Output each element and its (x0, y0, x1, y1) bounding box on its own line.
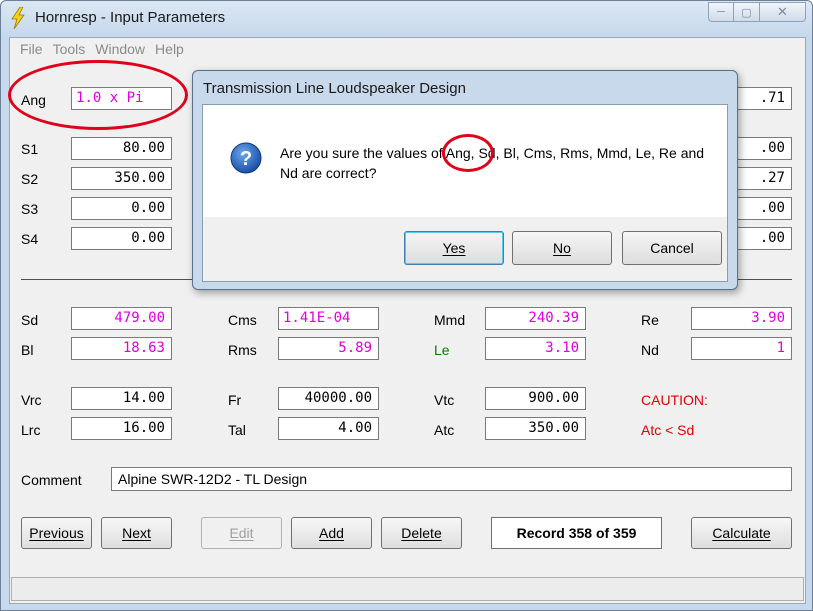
lrc-field[interactable]: 16.00 (71, 417, 172, 440)
previous-button[interactable]: Previous (21, 517, 92, 549)
cms-label: Cms (228, 312, 257, 328)
nd-field[interactable]: 1 (691, 337, 792, 360)
edit-button[interactable]: Edit (201, 517, 282, 549)
no-button[interactable]: No (512, 231, 612, 265)
menu-tools[interactable]: Tools (49, 38, 92, 60)
add-button[interactable]: Add (291, 517, 372, 549)
re-label: Re (641, 312, 659, 328)
s1-label: S1 (21, 141, 39, 157)
maximize-icon: ▢ (741, 6, 752, 19)
s1-field[interactable]: 80.00 (71, 137, 172, 160)
bl-label: Bl (21, 342, 34, 358)
menu-file[interactable]: File (16, 38, 49, 60)
right-field-1[interactable]: .71 (731, 87, 792, 110)
record-indicator: Record 358 of 359 (491, 517, 662, 549)
minimize-button[interactable]: ─ (708, 2, 734, 22)
vtc-field[interactable]: 900.00 (485, 387, 586, 410)
annotation-ellipse-dialog-ang (442, 134, 494, 172)
le-label: Le (434, 342, 450, 358)
mmd-field[interactable]: 240.39 (485, 307, 586, 330)
re-field[interactable]: 3.90 (691, 307, 792, 330)
comment-label: Comment (21, 472, 82, 488)
yes-button[interactable]: Yes (404, 231, 504, 265)
svg-text:?: ? (240, 148, 252, 170)
vrc-field[interactable]: 14.00 (71, 387, 172, 410)
fr-field[interactable]: 40000.00 (278, 387, 379, 410)
vrc-label: Vrc (21, 392, 42, 408)
right-field-4[interactable]: .00 (731, 197, 792, 220)
sd-field[interactable]: 479.00 (71, 307, 172, 330)
annotation-ellipse-ang (8, 60, 188, 130)
s2-field[interactable]: 350.00 (71, 167, 172, 190)
mmd-label: Mmd (434, 312, 466, 328)
caption-buttons: ─ ▢ ✕ (708, 2, 806, 22)
window-title: Hornresp - Input Parameters (35, 9, 226, 26)
maximize-button[interactable]: ▢ (734, 2, 760, 22)
cms-field[interactable]: 1.41E-04 (278, 307, 379, 330)
cancel-button[interactable]: Cancel (622, 231, 722, 265)
atc-label: Atc (434, 422, 455, 438)
right-field-3[interactable]: .27 (731, 167, 792, 190)
menu-window[interactable]: Window (91, 38, 151, 60)
comment-field[interactable]: Alpine SWR-12D2 - TL Design (111, 467, 792, 491)
caution-title: CAUTION: (641, 392, 708, 408)
tal-label: Tal (228, 422, 246, 438)
s3-label: S3 (21, 201, 39, 217)
s2-label: S2 (21, 171, 39, 187)
dialog-body: ? Are you sure the values of Ang, Sd, Bl… (202, 104, 728, 282)
sd-label: Sd (21, 312, 39, 328)
calculate-button[interactable]: Calculate (691, 517, 792, 549)
dialog-message: Are you sure the values of Ang, Sd, Bl, … (280, 145, 705, 181)
s3-field[interactable]: 0.00 (71, 197, 172, 220)
fr-label: Fr (228, 392, 242, 408)
rms-label: Rms (228, 342, 257, 358)
close-icon: ✕ (777, 4, 788, 19)
nd-label: Nd (641, 342, 659, 358)
vtc-label: Vtc (434, 392, 455, 408)
caution-text: Atc < Sd (641, 422, 695, 438)
question-icon: ? (230, 142, 262, 174)
s4-label: S4 (21, 231, 39, 247)
lrc-label: Lrc (21, 422, 41, 438)
s4-field[interactable]: 0.00 (71, 227, 172, 250)
yes-label: Yes (442, 240, 466, 256)
lightning-bolt-icon (11, 7, 25, 29)
bl-field[interactable]: 18.63 (71, 337, 172, 360)
dialog-title: Transmission Line Loudspeaker Design (203, 80, 466, 97)
status-bar (11, 577, 804, 601)
title-bar[interactable]: Hornresp - Input Parameters ─ ▢ ✕ (1, 1, 812, 35)
right-field-5[interactable]: .00 (731, 227, 792, 250)
tal-field[interactable]: 4.00 (278, 417, 379, 440)
next-button[interactable]: Next (101, 517, 172, 549)
close-button[interactable]: ✕ (760, 2, 806, 22)
no-label: No (553, 240, 571, 256)
confirmation-dialog: Transmission Line Loudspeaker Design ? A… (192, 70, 738, 290)
right-field-2[interactable]: .00 (731, 137, 792, 160)
atc-field[interactable]: 350.00 (485, 417, 586, 440)
cancel-label: Cancel (650, 240, 694, 256)
le-field[interactable]: 3.10 (485, 337, 586, 360)
menu-help[interactable]: Help (151, 38, 190, 60)
delete-button[interactable]: Delete (381, 517, 462, 549)
minimize-icon: ─ (717, 6, 725, 18)
rms-field[interactable]: 5.89 (278, 337, 379, 360)
menu-bar: File Tools Window Help (10, 38, 805, 60)
